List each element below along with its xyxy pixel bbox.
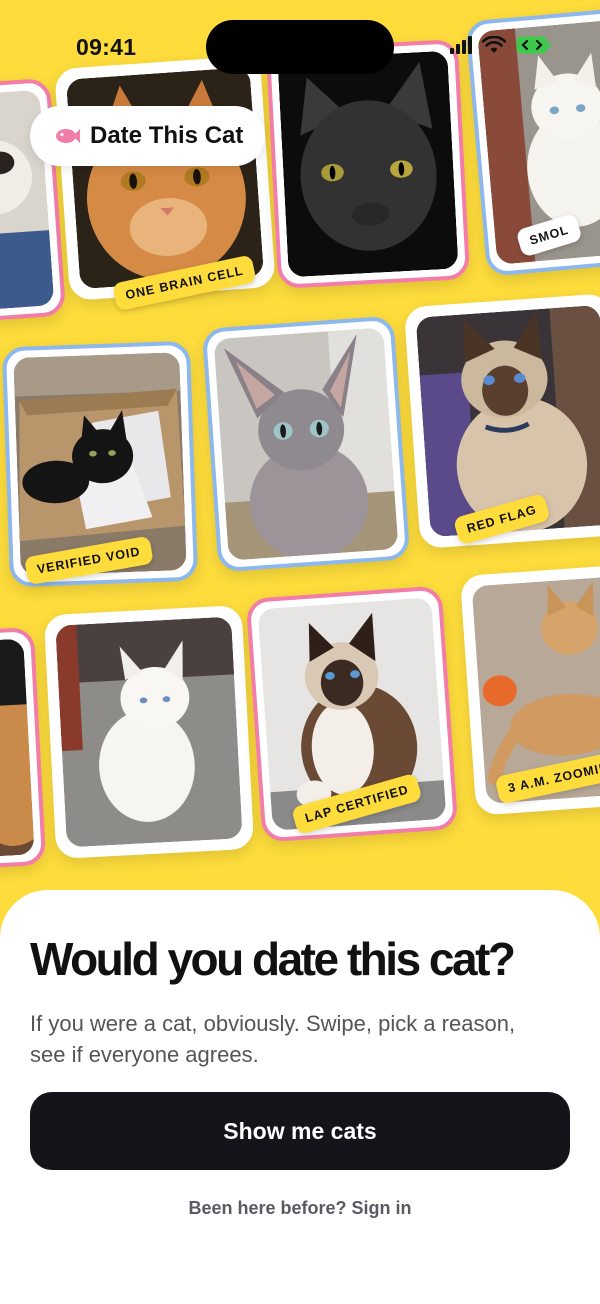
cat-card[interactable]: LAP CERTIFIED	[245, 585, 459, 843]
show-me-cats-button[interactable]: Show me cats	[30, 1092, 570, 1170]
wifi-icon	[482, 36, 506, 53]
app-name: Date This Cat	[90, 122, 244, 149]
status-time: 09:41	[76, 34, 137, 60]
cat-card[interactable]: RED FLAG	[403, 293, 600, 549]
cat-photo	[65, 66, 265, 290]
cat-card-partial[interactable]	[0, 627, 47, 871]
status-icons	[450, 36, 552, 54]
headline: Would you date this cat?	[30, 933, 516, 985]
cellular-signal-icon	[450, 36, 472, 54]
battery-icon	[516, 36, 551, 54]
cat-card[interactable]: 3 A.M. ZOOMIE	[459, 564, 600, 816]
dynamic-island	[206, 20, 394, 74]
subtext: If you were a cat, obviously. Swipe, pic…	[30, 1011, 516, 1067]
cat-card[interactable]: VERIFIED VOID	[1, 340, 199, 588]
fish-icon	[56, 129, 80, 143]
status-bar: 09:41	[0, 0, 600, 95]
onboarding-sheet: Would you date this cat? If you were a c…	[0, 890, 600, 1304]
app-brand-pill: Date This Cat	[30, 106, 266, 166]
sign-in-link[interactable]: Been here before? Sign in	[0, 1198, 600, 1219]
cat-card[interactable]	[201, 315, 411, 573]
cat-photo	[55, 616, 243, 848]
cat-photo	[13, 352, 187, 576]
cat-photo	[213, 327, 399, 561]
cat-card[interactable]	[43, 604, 255, 860]
